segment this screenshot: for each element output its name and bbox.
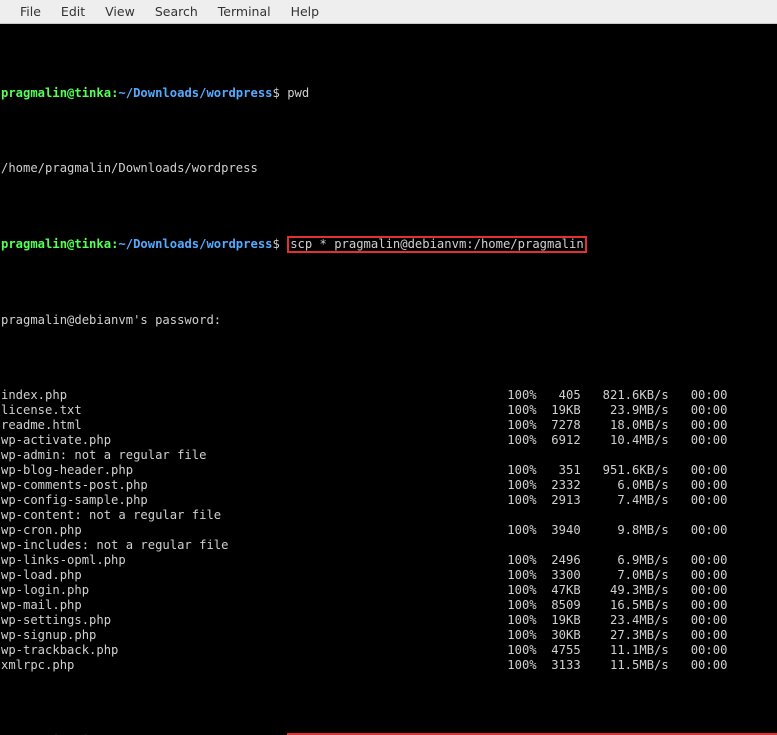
scp-progress-row: xmlrpc.php 100% 3133 11.5MB/s 00:00: [1, 658, 776, 673]
scp-progress-row: wp-links-opml.php 100% 2496 6.9MB/s 00:0…: [1, 553, 776, 568]
prompt-line-2: pragmalin@tinka:~/Downloads/wordpress$ s…: [1, 236, 776, 253]
prompt-line-1: pragmalin@tinka:~/Downloads/wordpress$ p…: [1, 86, 776, 101]
scp-progress-row: wp-mail.php 100% 8509 16.5MB/s 00:00: [1, 598, 776, 613]
scp-progress-row: wp-includes: not a regular file: [1, 538, 776, 553]
scp-progress-row: wp-trackback.php 100% 4755 11.1MB/s 00:0…: [1, 643, 776, 658]
prompt-userhost: pragmalin@tinka: [1, 86, 111, 100]
scp-progress-row: readme.html 100% 7278 18.0MB/s 00:00: [1, 418, 776, 433]
scp-progress-block: index.php 100% 405 821.6KB/s 00:00licens…: [1, 388, 776, 673]
scp-progress-row: license.txt 100% 19KB 23.9MB/s 00:00: [1, 403, 776, 418]
menu-search[interactable]: Search: [145, 1, 208, 22]
pwd-output: /home/pragmalin/Downloads/wordpress: [1, 161, 776, 176]
scp-progress-row: wp-load.php 100% 3300 7.0MB/s 00:00: [1, 568, 776, 583]
menu-terminal[interactable]: Terminal: [208, 1, 281, 22]
prompt-dollar: $: [273, 86, 280, 100]
prompt-dollar: $: [273, 237, 280, 251]
scp-progress-row: wp-comments-post.php 100% 2332 6.0MB/s 0…: [1, 478, 776, 493]
scp-progress-row: wp-admin: not a regular file: [1, 448, 776, 463]
menu-edit[interactable]: Edit: [51, 1, 95, 22]
scp-progress-row: wp-login.php 100% 47KB 49.3MB/s 00:00: [1, 583, 776, 598]
menu-view[interactable]: View: [95, 1, 145, 22]
cmd-scp: scp * pragmalin@debianvm:/home/pragmalin: [290, 237, 584, 251]
scp-progress-row: wp-signup.php 100% 30KB 27.3MB/s 00:00: [1, 628, 776, 643]
prompt-cwd: ~/Downloads/wordpress: [118, 86, 272, 100]
password-prompt-1: pragmalin@debianvm's password:: [1, 313, 776, 328]
terminal-output[interactable]: pragmalin@tinka:~/Downloads/wordpress$ p…: [0, 24, 777, 735]
scp-progress-row: wp-config-sample.php 100% 2913 7.4MB/s 0…: [1, 493, 776, 508]
menu-help[interactable]: Help: [281, 1, 330, 22]
highlight-box-1: scp * pragmalin@debianvm:/home/pragmalin: [287, 236, 587, 253]
scp-progress-row: wp-cron.php 100% 3940 9.8MB/s 00:00: [1, 523, 776, 538]
cmd-pwd: pwd: [287, 86, 309, 100]
prompt-cwd: ~/Downloads/wordpress: [118, 237, 272, 251]
scp-progress-row: wp-blog-header.php 100% 351 951.6KB/s 00…: [1, 463, 776, 478]
scp-progress-row: wp-settings.php 100% 19KB 23.4MB/s 00:00: [1, 613, 776, 628]
scp-progress-row: wp-content: not a regular file: [1, 508, 776, 523]
scp-progress-row: wp-activate.php 100% 6912 10.4MB/s 00:00: [1, 433, 776, 448]
scp-progress-row: index.php 100% 405 821.6KB/s 00:00: [1, 388, 776, 403]
prompt-userhost: pragmalin@tinka: [1, 237, 111, 251]
menu-file[interactable]: File: [10, 1, 51, 22]
menu-bar: File Edit View Search Terminal Help: [0, 0, 777, 24]
